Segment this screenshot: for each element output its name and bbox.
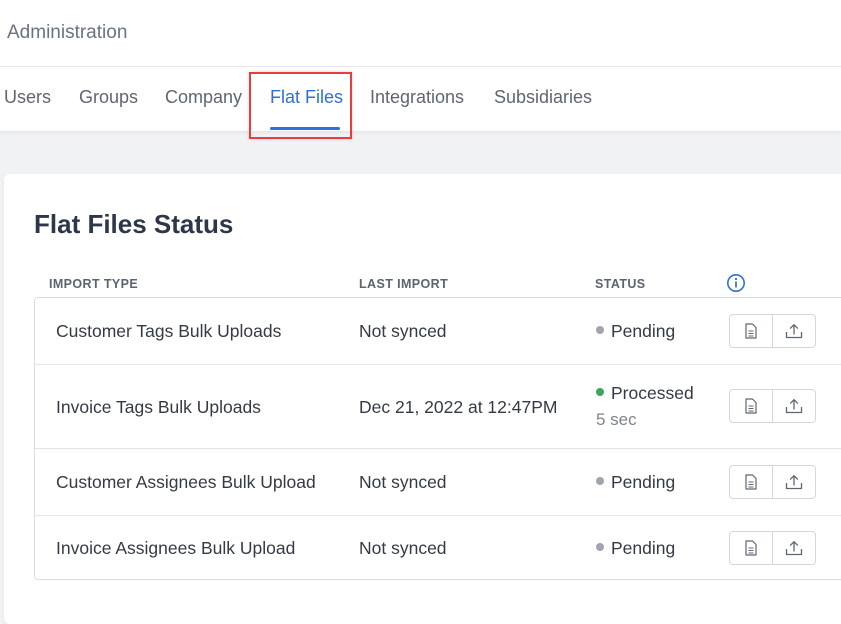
upload-button[interactable] [773, 532, 815, 564]
status-dot-icon [596, 477, 604, 486]
column-header-import-type: IMPORT TYPE [49, 277, 139, 291]
tab-flat-files[interactable]: Flat Files [270, 86, 343, 108]
card-title: Flat Files Status [34, 209, 234, 239]
last-import-cell: Dec 21, 2022 at 12:47PM [359, 397, 558, 417]
upload-button[interactable] [773, 390, 815, 422]
status-cell: Processed [596, 382, 694, 404]
status-dot-icon [596, 543, 604, 552]
document-icon [745, 540, 757, 556]
status-cell: Pending [596, 320, 675, 342]
status-dot-icon [596, 326, 604, 335]
column-header-last-import: LAST IMPORT [359, 277, 449, 291]
upload-icon [785, 475, 803, 490]
last-import-cell: Not synced [359, 538, 447, 558]
last-import-cell: Not synced [359, 321, 447, 341]
tab-groups[interactable]: Groups [79, 86, 138, 108]
row-actions [729, 314, 816, 348]
document-icon [745, 398, 757, 414]
import-type-cell: Invoice Assignees Bulk Upload [56, 538, 296, 558]
view-file-button[interactable] [730, 315, 773, 347]
tab-users[interactable]: Users [4, 86, 51, 108]
top-header: Administration [0, 0, 841, 67]
info-icon[interactable] [726, 273, 746, 293]
tab-company[interactable]: Company [165, 86, 242, 108]
document-icon [745, 323, 757, 339]
status-cell: Pending [596, 471, 675, 493]
import-type-cell: Customer Assignees Bulk Upload [56, 472, 316, 492]
row-actions [729, 531, 816, 565]
last-import-cell: Not synced [359, 472, 447, 492]
table-row: Customer Tags Bulk Uploads Not synced Pe… [35, 298, 841, 365]
tab-bar: Users Groups Company Flat Files Integrat… [0, 67, 841, 131]
active-tab-indicator [270, 127, 340, 130]
status-label: Pending [611, 472, 676, 492]
row-actions [729, 465, 816, 499]
processing-duration: 5 sec [596, 410, 637, 429]
status-label: Processed [611, 383, 694, 403]
page-title: Administration [7, 22, 128, 43]
status-label: Pending [611, 321, 676, 341]
status-label: Pending [611, 538, 676, 558]
table-row: Customer Assignees Bulk Upload Not synce… [35, 449, 841, 516]
tab-integrations[interactable]: Integrations [370, 86, 464, 108]
import-type-cell: Invoice Tags Bulk Uploads [56, 397, 261, 417]
upload-icon [785, 324, 803, 339]
status-cell: Pending [596, 537, 675, 559]
table-row: Invoice Tags Bulk Uploads Dec 21, 2022 a… [35, 365, 841, 449]
status-dot-icon [596, 388, 604, 397]
view-file-button[interactable] [730, 466, 773, 498]
column-header-status: STATUS [595, 277, 646, 291]
document-icon [745, 474, 757, 490]
upload-icon [785, 399, 803, 414]
upload-button[interactable] [773, 466, 815, 498]
import-type-cell: Customer Tags Bulk Uploads [56, 321, 282, 341]
upload-button[interactable] [773, 315, 815, 347]
view-file-button[interactable] [730, 390, 773, 422]
tab-subsidiaries[interactable]: Subsidiaries [494, 86, 592, 108]
row-actions [729, 389, 816, 423]
flat-files-card: Flat Files Status IMPORT TYPE LAST IMPOR… [4, 174, 841, 624]
view-file-button[interactable] [730, 532, 773, 564]
upload-icon [785, 541, 803, 556]
flat-files-table: Customer Tags Bulk Uploads Not synced Pe… [34, 297, 841, 580]
table-row: Invoice Assignees Bulk Upload Not synced… [35, 516, 841, 581]
